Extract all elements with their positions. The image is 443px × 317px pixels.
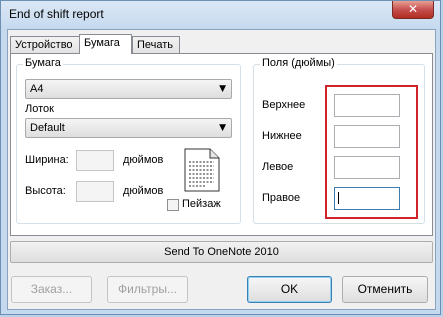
- tray-value: Default: [30, 122, 65, 134]
- order-button[interactable]: Заказ...: [11, 276, 92, 303]
- height-label: Высота:: [25, 185, 66, 197]
- paper-size-select[interactable]: A4 ▼: [25, 79, 232, 99]
- filters-button[interactable]: Фильтры...: [107, 276, 188, 303]
- margins-group-title: Поля (дюймы): [260, 57, 337, 69]
- tab-paper[interactable]: Бумага: [79, 34, 132, 54]
- window-title: End of shift report: [9, 7, 104, 21]
- left-margin-label: Левое: [262, 161, 294, 173]
- landscape-checkbox[interactable]: [167, 199, 179, 211]
- close-button[interactable]: ✕: [392, 1, 434, 19]
- print-dialog-window: End of shift report ✕ Устройство Бумага …: [0, 0, 441, 315]
- tray-label: Лоток: [25, 103, 54, 115]
- bottom-margin-label: Нижнее: [262, 130, 302, 142]
- paper-size-value: A4: [30, 83, 44, 95]
- title-bar[interactable]: End of shift report ✕: [1, 1, 440, 29]
- paper-group-title: Бумага: [23, 57, 63, 69]
- margins-highlight-annotation: [325, 85, 418, 219]
- height-unit-label: дюймов: [123, 185, 164, 197]
- printer-select-button[interactable]: Send To OneNote 2010: [10, 241, 433, 263]
- paper-group: Бумага A4 ▼ Лоток Default ▼ Ширина: дюйм…: [16, 57, 241, 224]
- ok-button[interactable]: OK: [247, 276, 332, 303]
- dropdown-arrow-icon: ▼: [219, 84, 226, 94]
- landscape-label: Пейзаж: [182, 198, 221, 210]
- close-icon: ✕: [407, 2, 419, 16]
- margins-group: Поля (дюймы) Верхнее Нижнее Левое Правое: [253, 57, 425, 224]
- right-margin-label: Правое: [262, 192, 301, 204]
- paper-tab-panel: Бумага A4 ▼ Лоток Default ▼ Ширина: дюйм…: [10, 53, 433, 236]
- cancel-button[interactable]: Отменить: [342, 276, 428, 303]
- height-input[interactable]: [76, 181, 114, 202]
- width-input[interactable]: [76, 150, 114, 171]
- width-unit-label: дюймов: [123, 154, 164, 166]
- width-label: Ширина:: [25, 154, 69, 166]
- dropdown-arrow-icon: ▼: [219, 123, 226, 133]
- document-page-icon: [184, 148, 220, 192]
- dialog-client-area: Устройство Бумага Печать Бумага A4 ▼ Лот…: [7, 29, 436, 310]
- tray-select[interactable]: Default ▼: [25, 118, 232, 138]
- top-margin-label: Верхнее: [262, 99, 306, 111]
- tab-device[interactable]: Устройство: [10, 36, 80, 53]
- tab-print[interactable]: Печать: [132, 36, 180, 53]
